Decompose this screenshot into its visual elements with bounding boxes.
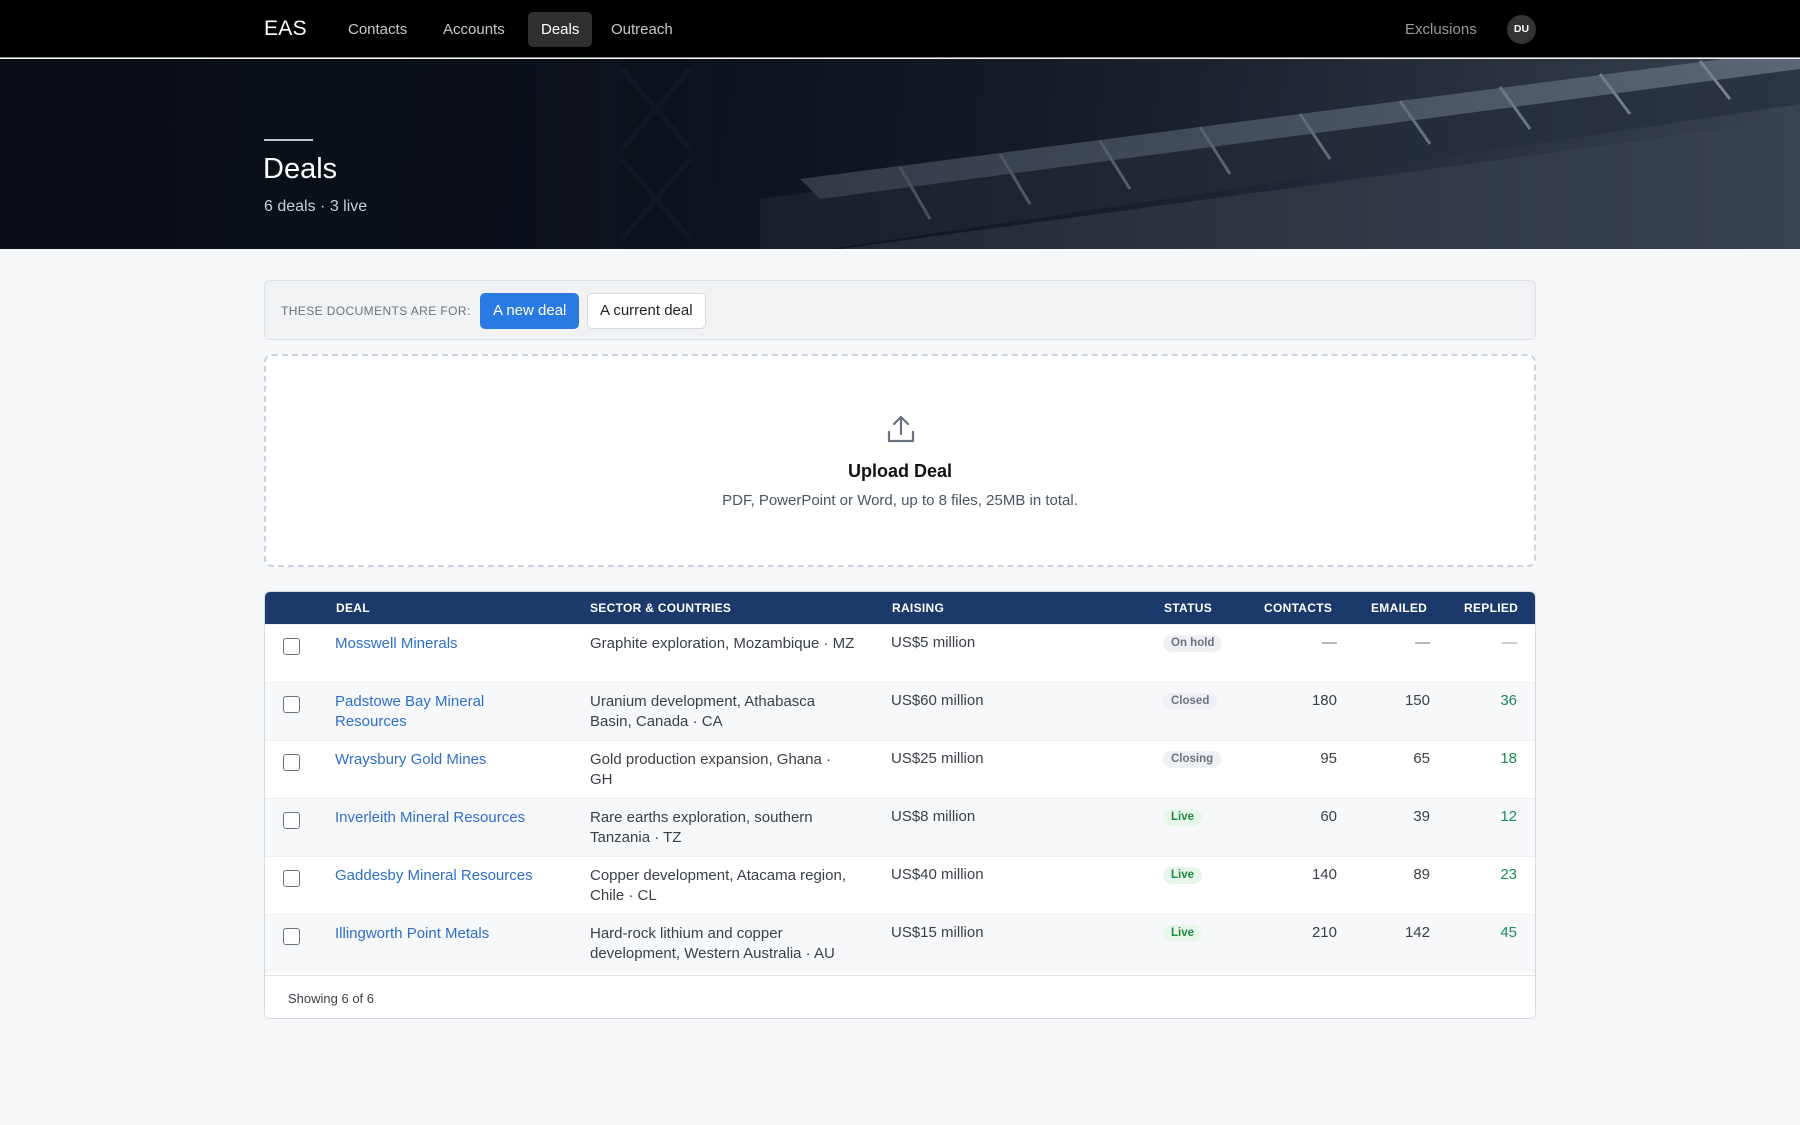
table-footer: Showing 6 of 6: [265, 975, 1535, 1018]
table-row: Inverleith Mineral Resources Rare earths…: [265, 798, 1535, 856]
replied-cell: 45: [1500, 924, 1517, 941]
table-row: Gaddesby Mineral Resources Copper develo…: [265, 856, 1535, 914]
deal-link[interactable]: Gaddesby Mineral Resources: [335, 866, 545, 886]
sector-cell: Graphite exploration, Mozambique · MZ: [590, 635, 855, 652]
current-deal-button[interactable]: A current deal: [587, 293, 706, 329]
emailed-cell: 150: [1404, 692, 1430, 709]
column-header-replied[interactable]: REPLIED: [1464, 601, 1518, 615]
table-row: Padstowe Bay Mineral Resources Uranium d…: [265, 682, 1535, 740]
page-subtitle: 6 deals · 3 live: [264, 198, 368, 215]
document-type-selector: THESE DOCUMENTS ARE FOR: A new deal A cu…: [264, 280, 1536, 340]
upload-subtitle: PDF, PowerPoint or Word, up to 8 files, …: [722, 492, 1078, 509]
raising-cell: US$60 million: [891, 692, 984, 709]
table-row: Wraysbury Gold Mines Gold production exp…: [265, 740, 1535, 798]
contacts-cell: —: [1322, 634, 1337, 651]
row-checkbox[interactable]: [283, 928, 300, 945]
contacts-cell: 95: [1320, 750, 1337, 767]
deal-link[interactable]: Wraysbury Gold Mines: [335, 750, 545, 770]
contacts-cell: 60: [1320, 808, 1337, 825]
deal-link[interactable]: Mosswell Minerals: [335, 634, 545, 654]
emailed-cell: 39: [1413, 808, 1430, 825]
column-header-status[interactable]: STATUS: [1164, 601, 1212, 615]
sector-cell: Copper development, Atacama region, Chil…: [590, 867, 846, 904]
sector-cell: Rare earths exploration, southern Tanzan…: [590, 809, 813, 846]
row-checkbox[interactable]: [283, 754, 300, 771]
table-header: DEAL SECTOR & COUNTRIES RAISING STATUS C…: [265, 592, 1535, 624]
sector-cell: Gold production expansion, Ghana · GH: [590, 751, 831, 788]
emailed-cell: —: [1415, 634, 1430, 651]
contacts-cell: 140: [1311, 866, 1337, 883]
nav-item-accounts[interactable]: Accounts: [430, 12, 518, 47]
column-header-raising[interactable]: RAISING: [892, 601, 944, 615]
deals-table: DEAL SECTOR & COUNTRIES RAISING STATUS C…: [264, 591, 1536, 1019]
row-checkbox[interactable]: [283, 696, 300, 713]
sector-cell: Hard-rock lithium and copper development…: [590, 925, 835, 962]
table-row: Mosswell Minerals Graphite exploration, …: [265, 624, 1535, 682]
replied-cell: 23: [1500, 866, 1517, 883]
nav-item-contacts[interactable]: Contacts: [335, 12, 420, 47]
replied-cell: —: [1502, 634, 1517, 651]
contacts-cell: 180: [1311, 692, 1337, 709]
raising-cell: US$5 million: [891, 634, 976, 651]
row-checkbox[interactable]: [283, 638, 300, 655]
page-title: Deals: [263, 153, 338, 185]
column-header-emailed[interactable]: EMAILED: [1371, 601, 1427, 615]
emailed-cell: 142: [1404, 924, 1430, 941]
sector-cell: Uranium development, Athabasca Basin, Ca…: [590, 693, 816, 730]
upload-icon: [886, 414, 916, 449]
column-header-deal[interactable]: DEAL: [336, 601, 370, 615]
document-type-label: THESE DOCUMENTS ARE FOR:: [281, 304, 471, 318]
row-checkbox[interactable]: [283, 812, 300, 829]
replied-cell: 36: [1500, 692, 1517, 709]
new-deal-button[interactable]: A new deal: [480, 293, 580, 329]
raising-cell: US$15 million: [891, 924, 984, 941]
hero-divider: [264, 139, 313, 141]
emailed-cell: 89: [1413, 866, 1430, 883]
column-header-sector[interactable]: SECTOR & COUNTRIES: [590, 601, 731, 615]
deal-link[interactable]: Illingworth Point Metals: [335, 924, 545, 944]
brand-logo[interactable]: EAS: [264, 17, 307, 41]
replied-cell: 18: [1500, 750, 1517, 767]
upload-dropzone[interactable]: Upload Deal PDF, PowerPoint or Word, up …: [264, 354, 1536, 567]
deal-link[interactable]: Padstowe Bay Mineral Resources: [335, 692, 545, 732]
deal-link[interactable]: Inverleith Mineral Resources: [335, 808, 545, 828]
nav-item-outreach[interactable]: Outreach: [598, 12, 686, 47]
avatar[interactable]: DU: [1507, 15, 1536, 44]
results-count: Showing 6 of 6: [288, 991, 375, 1006]
raising-cell: US$8 million: [891, 808, 976, 825]
contacts-cell: 210: [1311, 924, 1337, 941]
table-row: Illingworth Point Metals Hard-rock lithi…: [265, 914, 1535, 972]
replied-cell: 12: [1500, 808, 1517, 825]
upload-title: Upload Deal: [847, 461, 953, 481]
hero-banner: Deals 6 deals · 3 live: [0, 59, 1800, 249]
top-nav: EAS Contacts Accounts Deals Outreach Exc…: [0, 0, 1800, 58]
raising-cell: US$25 million: [891, 750, 984, 767]
column-header-contacts[interactable]: CONTACTS: [1264, 601, 1332, 615]
emailed-cell: 65: [1413, 750, 1430, 767]
raising-cell: US$40 million: [891, 866, 984, 883]
nav-item-exclusions[interactable]: Exclusions: [1405, 12, 1477, 47]
row-checkbox[interactable]: [283, 870, 300, 887]
nav-item-deals[interactable]: Deals: [528, 12, 593, 47]
